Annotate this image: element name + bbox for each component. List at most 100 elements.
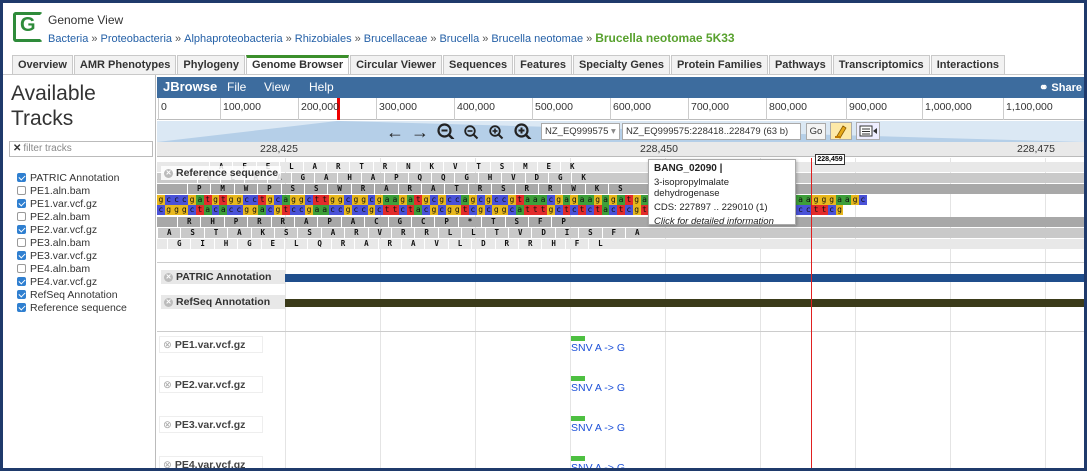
- snv-marker[interactable]: [571, 336, 585, 341]
- location-input[interactable]: NZ_EQ999575:228418..228479 (63 b): [622, 123, 801, 140]
- tab-features[interactable]: Features: [514, 55, 572, 75]
- feature-bar[interactable]: [285, 274, 1084, 282]
- tab-protein-families[interactable]: Protein Families: [670, 55, 768, 75]
- nucleotide: c: [250, 195, 259, 205]
- tab-sequences[interactable]: Sequences: [443, 55, 514, 75]
- detail-ruler[interactable]: 228,425 228,450 228,475: [157, 142, 1084, 157]
- tab-transcriptomics[interactable]: Transcriptomics: [832, 55, 930, 75]
- close-icon[interactable]: ⊗: [163, 459, 172, 468]
- track-list-item[interactable]: PE4.aln.bam: [17, 262, 127, 275]
- close-icon[interactable]: ⊗: [163, 379, 172, 391]
- track-list-item[interactable]: PE4.var.vcf.gz: [17, 275, 127, 288]
- filter-tracks-input[interactable]: ✕ filter tracks: [9, 141, 153, 157]
- track-checkbox[interactable]: [17, 290, 26, 299]
- track-list-item[interactable]: PE1.aln.bam: [17, 184, 127, 197]
- vcf-track-label[interactable]: ⊗ PE3.var.vcf.gz: [159, 416, 263, 433]
- track-list-item[interactable]: PE1.var.vcf.gz: [17, 197, 127, 210]
- breadcrumb-link[interactable]: Brucella neotomae: [491, 33, 583, 45]
- track-checkbox[interactable]: [17, 251, 26, 260]
- vcf-track-label[interactable]: ⊗ PE4.var.vcf.gz: [159, 456, 263, 471]
- tab-interactions[interactable]: Interactions: [930, 55, 1006, 75]
- arrow-right-icon[interactable]: →: [411, 123, 429, 141]
- track-list-item[interactable]: PATRIC Annotation: [17, 171, 127, 184]
- nucleotide: g: [554, 195, 563, 205]
- breadcrumb-link[interactable]: Proteobacteria: [100, 33, 172, 45]
- track-list-icon[interactable]: [856, 122, 880, 140]
- nucleotide: t: [196, 205, 204, 215]
- x-icon[interactable]: ✕: [13, 143, 21, 154]
- feature-track-label[interactable]: ✕ RefSeq Annotation: [161, 295, 285, 309]
- track-checkbox[interactable]: [17, 186, 26, 195]
- feature-track-label[interactable]: ✕ PATRIC Annotation: [161, 270, 285, 284]
- breadcrumb-link[interactable]: Alphaproteobacteria: [184, 33, 282, 45]
- go-button[interactable]: Go: [806, 123, 826, 140]
- close-icon[interactable]: ⊗: [163, 419, 172, 431]
- track-checkbox[interactable]: [17, 225, 26, 234]
- nucleotide: t: [562, 205, 571, 215]
- menu-help[interactable]: Help: [309, 80, 334, 94]
- nucleotide: c: [422, 205, 430, 215]
- amino-acid-row: GIHGELQRARAVLDRRHFL: [157, 239, 1084, 249]
- snv-marker[interactable]: [571, 416, 585, 421]
- zoom-out-big-icon[interactable]: [437, 123, 455, 139]
- breadcrumb-link[interactable]: Rhizobiales: [295, 33, 352, 45]
- amino-acid: L: [461, 228, 484, 238]
- zoom-in-icon[interactable]: [489, 125, 504, 141]
- track-area[interactable]: AFELARTRNKVTSMEKGLRAGAHAPQQGHVDGKPMWPSSW…: [157, 158, 1084, 471]
- share-button[interactable]: ⚭ Share: [1039, 81, 1082, 94]
- close-icon[interactable]: ✕: [164, 297, 173, 307]
- snv-label[interactable]: SNV A -> G: [571, 462, 625, 468]
- reference-select[interactable]: NZ_EQ999575 ▾: [541, 123, 620, 140]
- amino-acid: H: [200, 217, 223, 227]
- track-checkbox[interactable]: [17, 212, 26, 221]
- close-icon[interactable]: ✕: [164, 168, 173, 178]
- highlighter-icon[interactable]: [830, 122, 852, 140]
- vcf-track-label[interactable]: ⊗ PE2.var.vcf.gz: [159, 376, 263, 393]
- tab-amr-phenotypes[interactable]: AMR Phenotypes: [73, 55, 177, 75]
- breadcrumb-link[interactable]: Brucellaceae: [364, 33, 428, 45]
- track-checkbox[interactable]: [17, 238, 26, 247]
- menu-view[interactable]: View: [264, 80, 290, 94]
- track-list-item[interactable]: PE3.aln.bam: [17, 236, 127, 249]
- vcf-track-label[interactable]: ⊗ PE1.var.vcf.gz: [159, 336, 263, 353]
- nucleotide: g: [266, 195, 274, 205]
- menu-file[interactable]: File: [227, 80, 246, 94]
- track-list-item[interactable]: Reference sequence: [17, 301, 127, 314]
- feature-bar[interactable]: [285, 299, 1084, 307]
- track-checkbox[interactable]: [17, 303, 26, 312]
- snv-marker[interactable]: [571, 376, 585, 381]
- reference-sequence-track-label[interactable]: ✕ Reference sequence: [161, 166, 282, 180]
- amino-acid: I: [554, 228, 578, 238]
- track-checkbox[interactable]: [17, 173, 26, 182]
- snv-label[interactable]: SNV A -> G: [571, 382, 625, 394]
- tab-circular-viewer[interactable]: Circular Viewer: [350, 55, 443, 75]
- track-checkbox[interactable]: [17, 264, 26, 273]
- track-checkbox[interactable]: [17, 277, 26, 286]
- overview-ruler[interactable]: 0 100,000 200,000 300,000 400,000 500,000 600,…: [157, 98, 1084, 120]
- snv-marker[interactable]: [571, 456, 585, 461]
- tab-overview[interactable]: Overview: [12, 55, 73, 75]
- track-label-text: PE4.var.vcf.gz: [174, 459, 246, 471]
- snv-label[interactable]: SNV A -> G: [571, 422, 625, 434]
- breadcrumb-link[interactable]: Bacteria: [48, 33, 88, 45]
- amino-acid: T: [349, 162, 372, 172]
- arrow-left-icon[interactable]: ←: [386, 123, 404, 141]
- track-list-item[interactable]: PE2.var.vcf.gz: [17, 223, 127, 236]
- track-list-label: PE4.aln.bam: [30, 262, 91, 275]
- zoom-out-icon[interactable]: [464, 125, 479, 141]
- amino-acid: A: [320, 228, 344, 238]
- tab-genome-browser[interactable]: Genome Browser: [246, 55, 350, 75]
- track-list-item[interactable]: PE3.var.vcf.gz: [17, 249, 127, 262]
- tab-pathways[interactable]: Pathways: [768, 55, 832, 75]
- breadcrumb-link[interactable]: Brucella: [439, 33, 479, 45]
- close-icon[interactable]: ⊗: [163, 339, 172, 351]
- feature-tooltip[interactable]: BANG_02090 | 3-isopropylmalate dehydroge…: [648, 159, 796, 227]
- tab-phylogeny[interactable]: Phylogeny: [177, 55, 246, 75]
- snv-label[interactable]: SNV A -> G: [571, 342, 625, 354]
- track-checkbox[interactable]: [17, 199, 26, 208]
- zoom-in-big-icon[interactable]: [514, 123, 532, 139]
- tab-specialty-genes[interactable]: Specialty Genes: [572, 55, 670, 75]
- track-list-item[interactable]: PE2.aln.bam: [17, 210, 127, 223]
- track-list-item[interactable]: RefSeq Annotation: [17, 288, 127, 301]
- close-icon[interactable]: ✕: [164, 272, 173, 282]
